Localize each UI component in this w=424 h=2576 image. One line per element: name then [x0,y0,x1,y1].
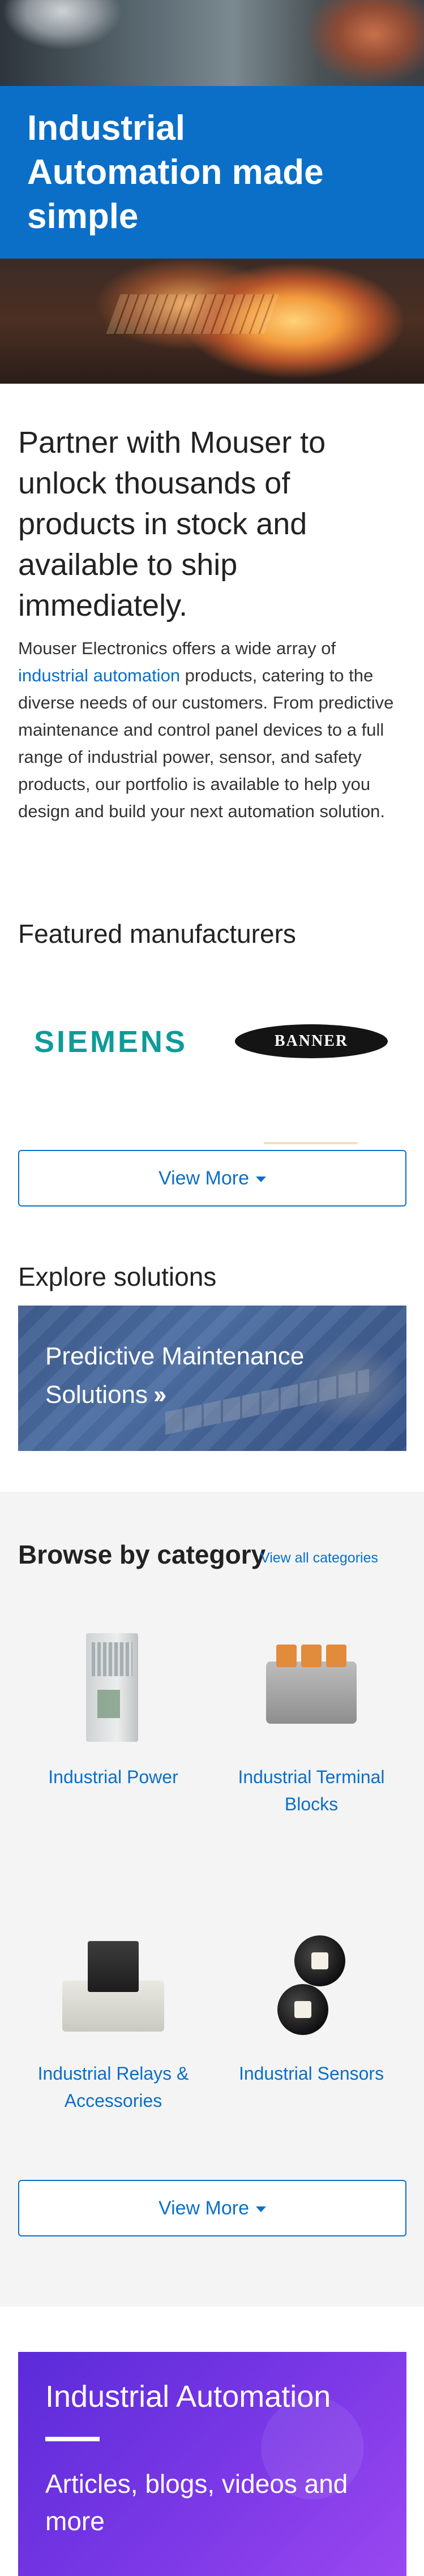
category-industrial-sensors[interactable]: Industrial Sensors [215,1930,408,2087]
view-more-label: View More [159,1167,249,1189]
terminal-block-image [255,1633,368,1746]
sensor-image [255,1930,368,2043]
category-industrial-terminal-blocks[interactable]: Industrial Terminal Blocks [215,1633,408,1818]
category-label: Industrial Terminal Blocks [238,1767,385,1814]
predictive-maintenance-card[interactable]: Predictive Maintenance Solutions ›› [18,1306,406,1451]
manufacturers-view-more-button[interactable]: View More [18,1150,406,1207]
predictive-maintenance-label: Predictive Maintenance Solutions [45,1342,305,1409]
double-chevron-right-icon: ›› [153,1381,166,1409]
hero-image-top [0,0,424,86]
banner-logo-text: BANNER [274,1032,349,1050]
predictive-maintenance-link: Predictive Maintenance Solutions ›› [45,1337,362,1414]
intro-text-start: Mouser Electronics offers a wide array o… [18,638,336,658]
category-label: Industrial Relays & Accessories [37,2063,189,2111]
carousel-indicator [264,1142,358,1144]
category-label: Industrial Sensors [238,2063,384,2084]
view-all-categories-link[interactable]: View all categories [260,1550,378,1566]
intro-text-end: products, catering to the diverse needs … [18,666,394,821]
relay-image [57,1930,170,2043]
promo-divider [45,2437,100,2441]
promo-title: Industrial Automation [45,2380,331,2414]
siemens-logo[interactable]: SIEMENS [34,1024,187,1059]
promo-subtitle: Articles, blogs, videos and more [45,2469,348,2536]
industrial-automation-promo-card[interactable]: Industrial Automation Articles, blogs, v… [18,2352,406,2576]
hero-title: Industrial Automation made simple [27,109,324,236]
caret-down-icon [256,1177,266,1182]
caret-down-icon [256,2206,266,2212]
featured-manufacturers-heading: Featured manufacturers [18,919,296,948]
categories-view-more-button[interactable]: View More [18,2180,406,2236]
hero-banner: Industrial Automation made simple [0,0,424,384]
industrial-automation-link[interactable]: industrial automation [18,666,180,685]
banner-logo[interactable]: BANNER [235,1024,388,1058]
category-label: Industrial Power [48,1767,178,1787]
power-supply-image [57,1633,170,1746]
intro-paragraph: Mouser Electronics offers a wide array o… [18,635,409,825]
intro-heading: Partner with Mouser to unlock thousands … [18,426,326,622]
view-more-label: View More [159,2197,249,2219]
category-industrial-relays[interactable]: Industrial Relays & Accessories [17,1930,209,2114]
explore-solutions-heading: Explore solutions [18,1262,217,1291]
browse-by-category-heading: Browse by category [18,1540,266,1569]
keyboard-image [106,294,279,334]
category-industrial-power[interactable]: Industrial Power [17,1633,209,1791]
